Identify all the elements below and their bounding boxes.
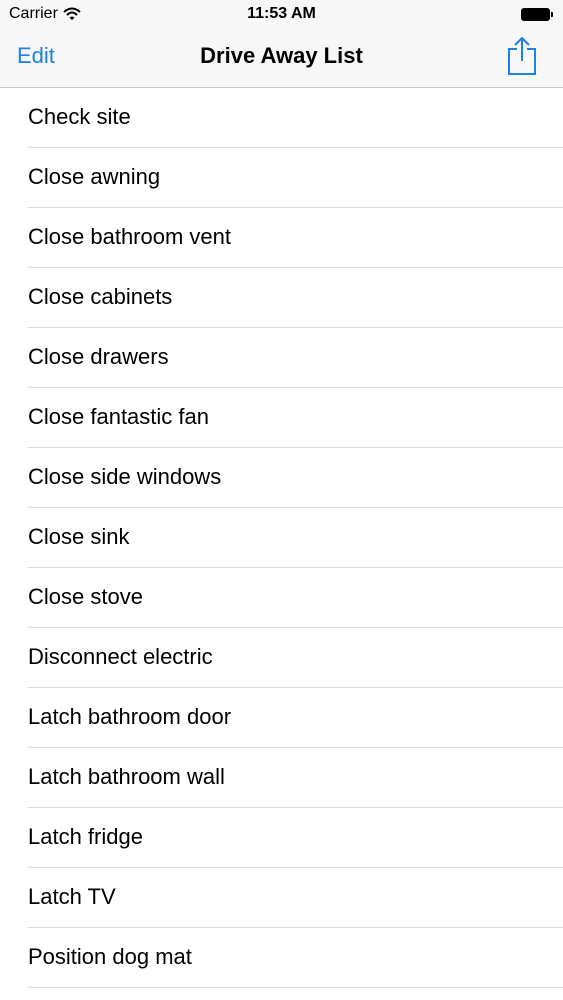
page-title: Drive Away List — [200, 43, 363, 68]
battery-body — [521, 8, 550, 21]
screen: Carrier 11:53 AM Edit Drive Away List Ch… — [0, 0, 563, 1000]
list-item-label: Close drawers — [28, 344, 169, 369]
drive-away-list: Check site Close awning Close bathroom v… — [0, 88, 563, 988]
battery-tip — [551, 12, 553, 17]
list-item-label: Latch bathroom wall — [28, 764, 225, 789]
list-item-label: Close bathroom vent — [28, 224, 231, 249]
list-item-label: Close cabinets — [28, 284, 173, 309]
list-item[interactable]: Check site — [28, 88, 563, 148]
list-item[interactable]: Close fantastic fan — [28, 388, 563, 448]
list-item-label: Close awning — [28, 164, 161, 189]
top-bar: Carrier 11:53 AM Edit Drive Away List — [0, 0, 563, 88]
list-item[interactable]: Latch bathroom door — [28, 688, 563, 748]
list-item-label: Latch fridge — [28, 824, 143, 849]
list-item[interactable]: Close stove — [28, 568, 563, 628]
list-item[interactable]: Position dog mat — [28, 928, 563, 988]
list-item[interactable]: Latch bathroom wall — [28, 748, 563, 808]
navigation-bar: Edit Drive Away List — [0, 28, 563, 87]
list-item-label: Position dog mat — [28, 944, 192, 969]
list-item[interactable]: Close side windows — [28, 448, 563, 508]
status-bar: Carrier 11:53 AM — [0, 0, 563, 28]
list-item-label: Close fantastic fan — [28, 404, 209, 429]
list-item[interactable]: Close drawers — [28, 328, 563, 388]
list-item[interactable]: Disconnect electric — [28, 628, 563, 688]
list-item-label: Check site — [28, 104, 131, 129]
list-item[interactable]: Close awning — [28, 148, 563, 208]
status-time: 11:53 AM — [247, 5, 316, 22]
battery-full-icon — [521, 8, 554, 21]
share-icon[interactable] — [505, 36, 539, 76]
list-item-label: Disconnect electric — [28, 644, 213, 669]
list-item[interactable]: Latch TV — [28, 868, 563, 928]
list-item-label: Latch bathroom door — [28, 704, 232, 729]
list-item-label: Latch TV — [28, 884, 116, 909]
list-item[interactable]: Latch fridge — [28, 808, 563, 868]
list-item[interactable]: Close sink — [28, 508, 563, 568]
list-item-label: Close stove — [28, 584, 143, 609]
list-item-label: Close sink — [28, 524, 130, 549]
list-item[interactable]: Close bathroom vent — [28, 208, 563, 268]
list-item[interactable]: Close cabinets — [28, 268, 563, 328]
list-item-label: Close side windows — [28, 464, 222, 489]
